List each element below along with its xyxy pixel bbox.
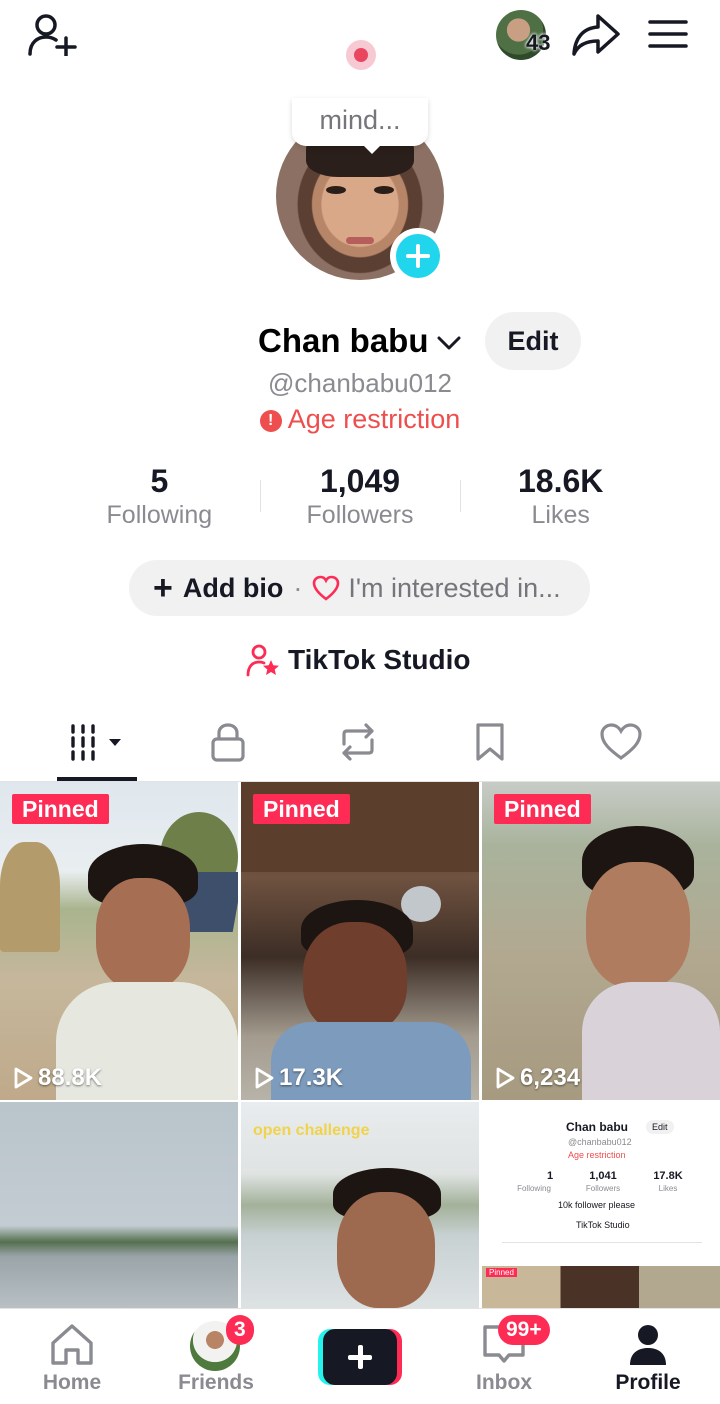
plus-icon: +	[153, 569, 173, 607]
video-thumbnail[interactable]: Pinned 17.3K	[241, 782, 479, 1100]
plus-icon	[396, 234, 440, 278]
add-bio-pill[interactable]: + Add bio · I'm interested in...	[129, 560, 590, 616]
mini-handle: @chanbabu012	[568, 1137, 632, 1147]
stat-likes[interactable]: 18.6K Likes	[460, 462, 661, 532]
mini-stat-value: 17.8K	[653, 1170, 683, 1182]
stat-following[interactable]: 5 Following	[59, 462, 260, 532]
tab-liked[interactable]	[581, 720, 661, 764]
edit-profile-button[interactable]: Edit	[485, 312, 581, 370]
mini-pinned: Pinned	[486, 1268, 517, 1277]
mini-stat-value: 1,041	[589, 1170, 617, 1182]
mini-studio: TikTok Studio	[576, 1220, 630, 1230]
interests-label[interactable]: I'm interested in...	[348, 573, 560, 604]
age-restriction-link[interactable]: ! Age restriction	[0, 404, 720, 435]
nav-label: Home	[42, 1371, 102, 1394]
mini-stat-label: Followers	[585, 1184, 621, 1193]
separator: ·	[293, 572, 303, 603]
warning-icon: !	[259, 410, 282, 432]
tab-reposts[interactable]	[318, 720, 398, 764]
heart-icon	[600, 723, 642, 760]
nav-label: Inbox	[476, 1371, 532, 1394]
stat-value: 18.6K	[517, 463, 604, 499]
mini-bio: 10k follower please	[558, 1200, 636, 1210]
stat-label: Following	[106, 501, 213, 529]
pinned-badge: Pinned	[494, 794, 591, 824]
view-count: 17.3K	[253, 1064, 343, 1092]
nav-profile[interactable]: Profile	[576, 1309, 720, 1404]
recording-indicator	[346, 40, 376, 70]
add-bio-label[interactable]: Add bio	[183, 573, 283, 604]
home-icon	[51, 1324, 93, 1365]
mini-stat-value: 1	[546, 1170, 554, 1182]
stat-followers[interactable]: 1,049 Followers	[259, 462, 461, 532]
active-tab-indicator	[57, 777, 137, 781]
mini-stat-label: Following	[517, 1184, 551, 1193]
nav-friends[interactable]: 3 Friends	[144, 1309, 288, 1404]
friends-badge: 3	[226, 1315, 254, 1345]
username-handle: @chanbabu012	[268, 368, 452, 398]
pinned-badge: Pinned	[253, 794, 350, 824]
video-thumbnail[interactable]: Pinned 88.8K	[0, 782, 238, 1100]
nav-label: Profile	[615, 1371, 681, 1394]
studio-icon	[246, 644, 279, 677]
create-button[interactable]	[318, 1329, 402, 1385]
stat-label: Likes	[531, 501, 590, 529]
heart-icon	[313, 575, 340, 601]
profile-name[interactable]: Chan babu	[258, 322, 429, 360]
content-tabs	[0, 700, 720, 782]
inbox-badge: 99+	[498, 1315, 550, 1345]
videos-icon	[71, 724, 121, 761]
nav-inbox[interactable]: 99+ Inbox	[432, 1309, 576, 1404]
stats-row: 5 Following 1,049 Followers 18.6K Likes	[59, 462, 661, 532]
share-icon[interactable]	[570, 10, 622, 58]
top-bar: 43	[0, 0, 720, 80]
play-icon	[14, 1067, 33, 1089]
video-thumbnail[interactable]: Pinned 6,234	[482, 782, 720, 1100]
video-thumbnail[interactable]: Chan babu Edit @chanbabu012 Age restrict…	[482, 1102, 720, 1308]
video-overlay-text: open challenge	[253, 1122, 370, 1139]
add-story-button[interactable]	[390, 228, 446, 284]
mini-stat-label: Likes	[658, 1184, 678, 1193]
studio-label: TikTok Studio	[288, 644, 471, 675]
view-count-value: 17.3K	[279, 1064, 344, 1091]
bottom-nav: Home 3 Friends 99+ Inbox Profile	[0, 1308, 720, 1404]
name-row: Chan babu Edit	[0, 312, 720, 372]
stat-value: 1,049	[319, 463, 401, 499]
bubble-text: mind...	[319, 105, 401, 135]
tab-saved[interactable]	[450, 720, 530, 764]
thoughts-bubble[interactable]: mind...	[292, 98, 428, 154]
chevron-down-icon[interactable]	[436, 334, 462, 352]
stat-value: 5	[150, 463, 169, 499]
stat-label: Followers	[306, 501, 414, 529]
play-icon	[255, 1067, 274, 1089]
add-friend-icon[interactable]	[26, 12, 78, 58]
view-count: 6,234	[494, 1064, 580, 1092]
tiktok-studio-link[interactable]: TikTok Studio	[246, 640, 471, 680]
view-count-value: 88.8K	[38, 1064, 103, 1091]
repost-icon	[342, 723, 374, 761]
lock-icon	[211, 723, 245, 762]
plus-icon	[323, 1329, 397, 1385]
play-icon	[496, 1067, 515, 1089]
video-thumbnail[interactable]: open challenge	[241, 1102, 479, 1308]
mini-name: Chan babu	[566, 1120, 628, 1134]
age-restriction-label: Age restriction	[287, 404, 461, 434]
video-grid: Pinned 88.8K Pinned 17.3K Pinned 6,234 o…	[0, 782, 720, 1308]
bookmark-icon	[476, 723, 504, 761]
view-count: 88.8K	[12, 1064, 102, 1092]
mini-age: Age restriction	[568, 1150, 626, 1160]
tab-private[interactable]	[188, 720, 268, 764]
video-thumbnail[interactable]	[0, 1102, 238, 1308]
story-count: 43	[526, 30, 551, 55]
mini-edit: Edit	[646, 1120, 674, 1134]
pinned-badge: Pinned	[12, 794, 109, 824]
view-count-value: 6,234	[520, 1064, 581, 1091]
profile-icon	[630, 1325, 666, 1365]
nav-label: Friends	[178, 1371, 254, 1394]
nav-home[interactable]: Home	[0, 1309, 144, 1404]
menu-icon[interactable]	[646, 14, 690, 54]
tab-videos[interactable]	[57, 720, 137, 764]
